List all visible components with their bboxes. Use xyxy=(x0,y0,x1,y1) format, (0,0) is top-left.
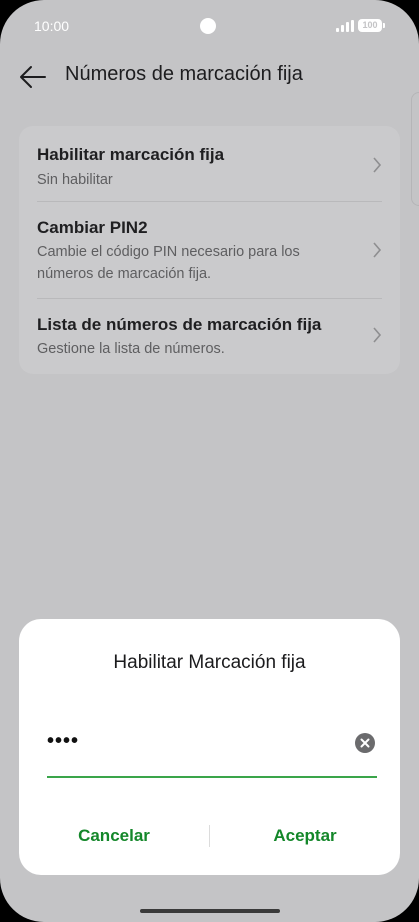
battery-icon: 100 xyxy=(358,19,385,32)
accept-button[interactable]: Aceptar xyxy=(255,819,355,853)
button-divider xyxy=(209,825,210,847)
setting-change-pin2[interactable]: Cambiar PIN2 Cambie el código PIN necesa… xyxy=(19,202,400,298)
clear-icon[interactable] xyxy=(355,733,375,753)
pin2-input[interactable] xyxy=(47,727,327,755)
settings-card: Habilitar marcación fija Sin habilitar C… xyxy=(19,126,400,374)
status-bar: 10:00 100 xyxy=(0,0,419,52)
setting-subtitle: Cambie el código PIN necesario para los … xyxy=(37,244,300,282)
chevron-right-icon xyxy=(372,242,382,258)
setting-fdn-list[interactable]: Lista de números de marcación fija Gesti… xyxy=(19,299,400,374)
setting-title: Habilitar marcación fija xyxy=(37,145,225,164)
page-title: Números de marcación fija xyxy=(65,63,303,85)
status-time: 10:00 xyxy=(34,18,70,34)
pin-dialog: Habilitar Marcación fija Cancelar Acepta… xyxy=(19,619,400,875)
setting-title: Cambiar PIN2 xyxy=(37,218,148,237)
back-arrow-icon[interactable] xyxy=(18,64,48,90)
setting-subtitle: Gestione la lista de números. xyxy=(37,341,225,357)
setting-title: Lista de números de marcación fija xyxy=(37,315,322,334)
home-indicator[interactable] xyxy=(140,909,280,913)
chevron-right-icon xyxy=(372,157,382,173)
phone-screen: 10:00 100 Números de marcación fija Habi… xyxy=(0,0,419,922)
camera-cutout xyxy=(200,18,216,34)
cancel-button[interactable]: Cancelar xyxy=(59,819,169,853)
setting-subtitle: Sin habilitar xyxy=(37,172,113,188)
setting-enable-fdn[interactable]: Habilitar marcación fija Sin habilitar xyxy=(19,126,400,200)
scroll-indicator xyxy=(411,92,419,206)
dialog-title: Habilitar Marcación fija xyxy=(113,652,306,673)
input-underline xyxy=(47,776,377,778)
signal-icon xyxy=(336,20,354,32)
chevron-right-icon xyxy=(372,327,382,343)
